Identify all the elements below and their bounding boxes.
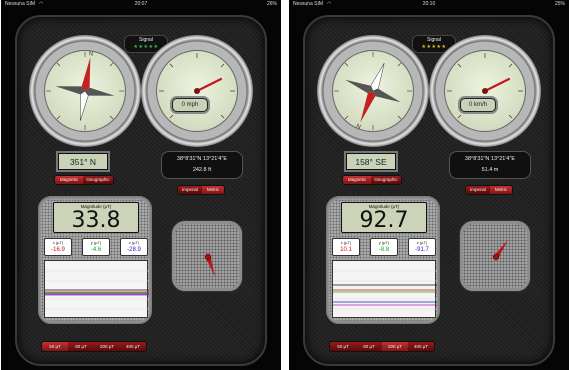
scale-400-button[interactable]: 400 µT — [408, 342, 434, 351]
x-axis-readout: x (µT) 10.1 — [332, 238, 360, 256]
screenshot-left: Nessuna SIM ◠ 20:07 26% Signal ★★★★★ N 0… — [1, 0, 281, 370]
x-axis-label: x (µT) — [52, 240, 64, 245]
scale-200-button[interactable]: 200 µT — [382, 342, 408, 351]
y-axis-value: -4.6 — [90, 247, 102, 253]
magnitude-value: 92.7 — [359, 208, 409, 233]
svg-text:N: N — [88, 51, 93, 58]
y-axis-readout: y (µT) -4.6 — [82, 238, 110, 256]
axis-readouts: x (µT) -16.9 y (µT) -4.6 z (µT) -28.9 — [44, 238, 148, 256]
scale-200-button[interactable]: 200 µT — [94, 342, 120, 351]
field-direction-panel — [171, 220, 243, 292]
x-axis-label: x (µT) — [340, 240, 352, 245]
z-axis-label: z (µT) — [416, 240, 428, 245]
y-axis-readout: y (µT) -8.8 — [370, 238, 398, 256]
magnitude-display: Magnitude (µT) 33.8 — [53, 202, 139, 233]
scale-selector: 50 µT 80 µT 200 µT 400 µT — [41, 341, 147, 352]
instrument-panel: Signal ★★★★★ N — [303, 15, 555, 366]
status-bar: Nessuna SIM ◠ 20:07 26% — [1, 0, 281, 9]
north-reference-toggle: Magnetic Geographic — [54, 175, 114, 185]
status-bar: Nessuna SIM ◠ 20:10 25% — [289, 0, 569, 9]
speedometer-gauge: 0 mph — [141, 35, 253, 147]
battery-label: 26% — [266, 1, 277, 7]
magnetometer-panel: Magnitude (µT) 33.8 x (µT) -16.9 y (µT) … — [37, 195, 153, 325]
compass-rose: N — [46, 51, 124, 130]
magnetic-button[interactable]: Magnetic — [343, 176, 371, 184]
z-axis-readout: z (µT) -91.7 — [408, 238, 436, 256]
scale-80-button[interactable]: 80 µT — [356, 342, 382, 351]
clock: 20:07 — [134, 1, 148, 7]
altitude-text: 51.4 m — [481, 167, 499, 173]
magnitude-display: Magnitude (µT) 92.7 — [341, 202, 427, 233]
scale-400-button[interactable]: 400 µT — [120, 342, 146, 351]
y-axis-value: -8.8 — [378, 247, 390, 253]
x-axis-value: -16.9 — [51, 247, 65, 253]
instrument-panel: Signal ★★★★★ N — [15, 15, 267, 366]
axis-readouts: x (µT) 10.1 y (µT) -8.8 z (µT) -91.7 — [332, 238, 436, 256]
field-direction-panel — [459, 220, 531, 292]
compass-rose: N — [334, 52, 412, 130]
metric-button[interactable]: Metric — [202, 186, 224, 194]
screenshot-right: Nessuna SIM ◠ 20:10 25% Signal ★★★★★ N 0… — [289, 0, 569, 370]
z-axis-value: -28.9 — [127, 247, 141, 253]
location-readout: 38°8'31"N 13°21'4"E 51.4 m — [449, 151, 531, 179]
field-history-plot — [44, 260, 149, 318]
field-history-plot — [332, 260, 437, 318]
magnitude-value: 33.8 — [71, 208, 121, 233]
location-readout: 38°8'31"N 13°21'4"E 242.8 ft — [161, 151, 243, 179]
unit-toggle: Imperial Metric — [465, 185, 513, 195]
z-axis-value: -91.7 — [415, 247, 429, 253]
compass-gauge: N — [317, 35, 429, 147]
imperial-button[interactable]: Imperial — [178, 186, 202, 194]
z-axis-label: z (µT) — [128, 240, 140, 245]
scale-50-button[interactable]: 50 µT — [330, 342, 356, 351]
geographic-button[interactable]: Geographic — [371, 176, 401, 184]
speed-needle — [483, 77, 511, 93]
speedometer-ticks — [447, 53, 523, 119]
scale-80-button[interactable]: 80 µT — [68, 342, 94, 351]
clock: 20:10 — [422, 1, 436, 7]
speed-readout: 0 km/h — [460, 98, 496, 112]
speedometer-gauge: 0 km/h — [429, 35, 541, 147]
magnetic-button[interactable]: Magnetic — [55, 176, 83, 184]
z-axis-readout: z (µT) -28.9 — [120, 238, 148, 256]
speed-readout: 0 mph — [172, 98, 208, 112]
y-axis-label: y (µT) — [90, 240, 102, 245]
heading-readout: 351° N — [58, 153, 108, 170]
imperial-button[interactable]: Imperial — [466, 186, 490, 194]
scale-selector: 50 µT 80 µT 200 µT 400 µT — [329, 341, 435, 352]
speed-needle — [195, 77, 223, 93]
compass-gauge: N — [29, 35, 141, 147]
north-reference-toggle: Magnetic Geographic — [342, 175, 402, 185]
y-axis-label: y (µT) — [378, 240, 390, 245]
coordinates-text: 38°8'31"N 13°21'4"E — [176, 156, 228, 162]
metric-button[interactable]: Metric — [490, 186, 512, 194]
magnetometer-panel: Magnitude (µT) 92.7 x (µT) 10.1 y (µT) -… — [325, 195, 441, 325]
battery-label: 25% — [554, 1, 565, 7]
unit-toggle: Imperial Metric — [177, 185, 225, 195]
coordinates-text: 38°8'31"N 13°21'4"E — [464, 156, 516, 162]
altitude-text: 242.8 ft — [192, 167, 212, 173]
x-axis-value: 10.1 — [340, 247, 352, 253]
speedometer-ticks — [159, 53, 235, 119]
scale-50-button[interactable]: 50 µT — [42, 342, 68, 351]
geographic-button[interactable]: Geographic — [83, 176, 113, 184]
x-axis-readout: x (µT) -16.9 — [44, 238, 72, 256]
heading-readout: 158° SE — [346, 153, 396, 170]
svg-text:N: N — [356, 122, 362, 129]
